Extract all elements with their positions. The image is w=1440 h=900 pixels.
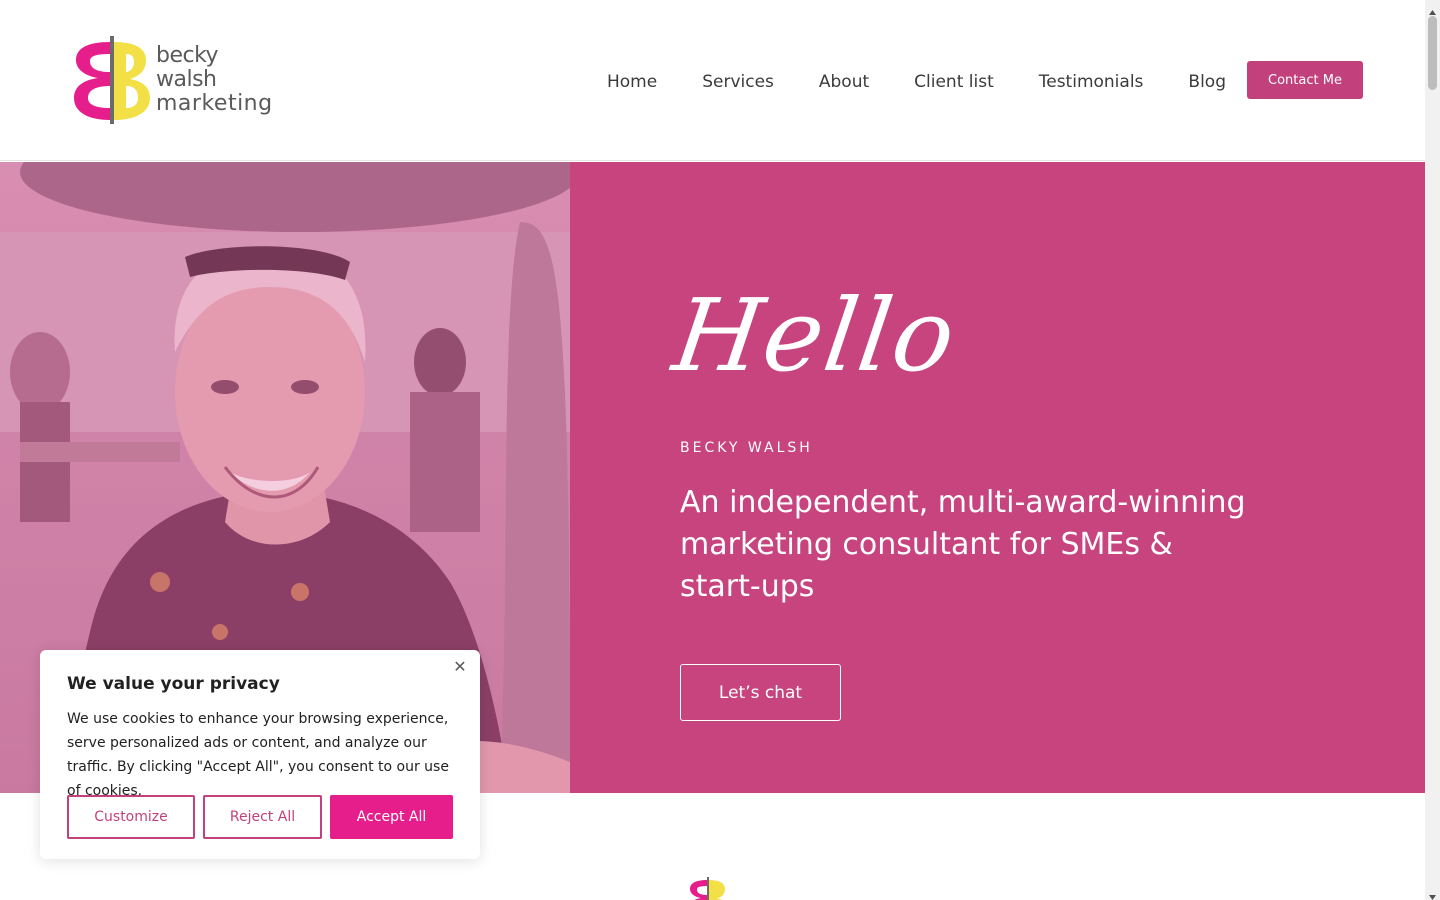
nav-blog[interactable]: Blog (1188, 70, 1226, 94)
contact-me-button[interactable]: Contact Me (1247, 61, 1363, 99)
logo-line-1: becky walsh (156, 43, 219, 92)
nav-client-list[interactable]: Client list (914, 70, 994, 94)
nav-home[interactable]: Home (607, 70, 657, 94)
scroll-up-icon[interactable] (1428, 2, 1437, 15)
accept-all-button[interactable]: Accept All (330, 795, 453, 839)
main-nav: Home Services About Client list Testimon… (607, 70, 1271, 94)
logo-wordmark: becky walsh marketing (156, 44, 285, 116)
nav-about[interactable]: About (819, 70, 869, 94)
site-logo[interactable]: becky walsh marketing (70, 34, 285, 126)
customize-button[interactable]: Customize (67, 795, 195, 839)
site-header: becky walsh marketing Home Services Abou… (0, 0, 1425, 161)
nav-testimonials[interactable]: Testimonials (1039, 70, 1144, 94)
scroll-down-icon[interactable] (1428, 887, 1437, 900)
cookie-consent-banner: ✕ We value your privacy We use cookies t… (40, 650, 480, 859)
lets-chat-button[interactable]: Let’s chat (680, 664, 841, 721)
reject-all-button[interactable]: Reject All (203, 795, 322, 839)
footer-logo-mark-icon (685, 876, 731, 900)
cookie-title: We value your privacy (67, 674, 280, 694)
page-scrollbar[interactable] (1425, 0, 1440, 900)
scrollbar-thumb[interactable] (1428, 16, 1437, 90)
logo-mark-icon (70, 34, 154, 126)
hero-script-title: Hello (666, 277, 964, 394)
hero-text-panel: Hello BECKY WALSH An independent, multi-… (570, 162, 1425, 793)
cookie-text: We use cookies to enhance your browsing … (67, 711, 449, 799)
nav-services[interactable]: Services (702, 70, 774, 94)
logo-line-2: marketing (156, 91, 273, 116)
close-icon[interactable]: ✕ (452, 659, 468, 675)
hero-kicker: BECKY WALSH (680, 440, 813, 456)
hero-headline: An independent, multi-award-winning mark… (680, 485, 1246, 604)
